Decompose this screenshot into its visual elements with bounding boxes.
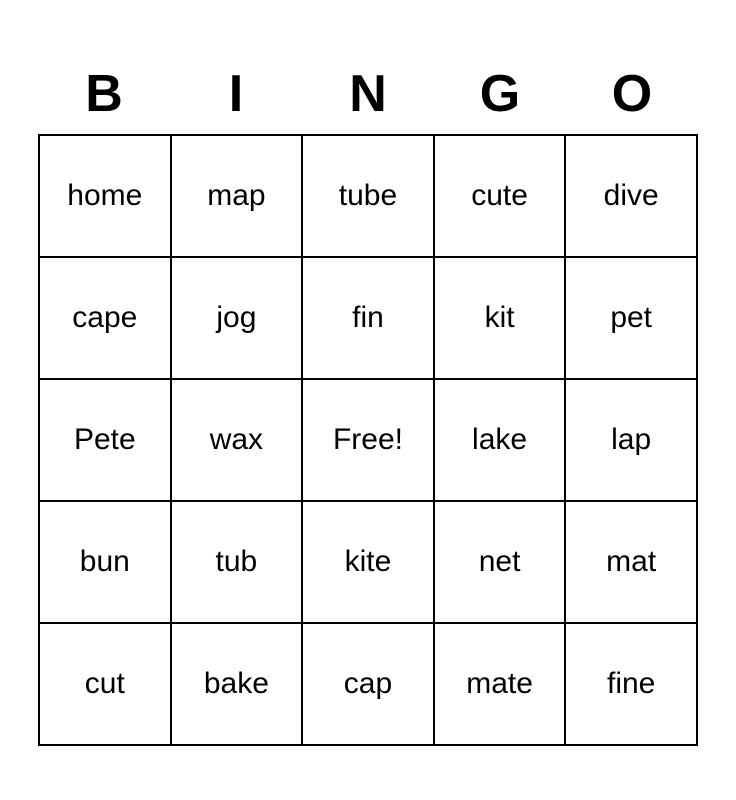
bingo-cell-0-1[interactable]: map bbox=[172, 136, 304, 256]
bingo-cell-1-4[interactable]: pet bbox=[566, 258, 696, 378]
bingo-cell-4-1[interactable]: bake bbox=[172, 624, 304, 744]
bingo-cell-2-0[interactable]: Pete bbox=[40, 380, 172, 500]
bingo-cell-2-1[interactable]: wax bbox=[172, 380, 304, 500]
bingo-cell-1-2[interactable]: fin bbox=[303, 258, 435, 378]
bingo-cell-3-1[interactable]: tub bbox=[172, 502, 304, 622]
bingo-cell-3-3[interactable]: net bbox=[435, 502, 567, 622]
bingo-row-0: homemaptubecutedive bbox=[40, 136, 696, 258]
bingo-cell-1-0[interactable]: cape bbox=[40, 258, 172, 378]
header-letter-n: N bbox=[302, 54, 434, 134]
bingo-card: BINGO homemaptubecutedivecapejogfinkitpe… bbox=[18, 34, 718, 766]
bingo-row-3: buntubkitenetmat bbox=[40, 502, 696, 624]
bingo-row-1: capejogfinkitpet bbox=[40, 258, 696, 380]
header-letter-b: B bbox=[38, 54, 170, 134]
bingo-cell-4-3[interactable]: mate bbox=[435, 624, 567, 744]
bingo-cell-0-0[interactable]: home bbox=[40, 136, 172, 256]
bingo-cell-4-4[interactable]: fine bbox=[566, 624, 696, 744]
bingo-row-4: cutbakecapmatefine bbox=[40, 624, 696, 744]
header-letter-i: I bbox=[170, 54, 302, 134]
bingo-cell-2-2[interactable]: Free! bbox=[303, 380, 435, 500]
bingo-cell-0-4[interactable]: dive bbox=[566, 136, 696, 256]
header-letter-g: G bbox=[434, 54, 566, 134]
header-letter-o: O bbox=[566, 54, 698, 134]
bingo-cell-1-1[interactable]: jog bbox=[172, 258, 304, 378]
bingo-cell-3-0[interactable]: bun bbox=[40, 502, 172, 622]
bingo-cell-1-3[interactable]: kit bbox=[435, 258, 567, 378]
bingo-cell-2-4[interactable]: lap bbox=[566, 380, 696, 500]
bingo-cell-3-2[interactable]: kite bbox=[303, 502, 435, 622]
bingo-cell-2-3[interactable]: lake bbox=[435, 380, 567, 500]
bingo-row-2: PetewaxFree!lakelap bbox=[40, 380, 696, 502]
bingo-cell-0-3[interactable]: cute bbox=[435, 136, 567, 256]
bingo-cell-4-0[interactable]: cut bbox=[40, 624, 172, 744]
bingo-cell-3-4[interactable]: mat bbox=[566, 502, 696, 622]
bingo-grid: homemaptubecutedivecapejogfinkitpetPetew… bbox=[38, 134, 698, 746]
bingo-header: BINGO bbox=[38, 54, 698, 134]
bingo-cell-4-2[interactable]: cap bbox=[303, 624, 435, 744]
bingo-cell-0-2[interactable]: tube bbox=[303, 136, 435, 256]
